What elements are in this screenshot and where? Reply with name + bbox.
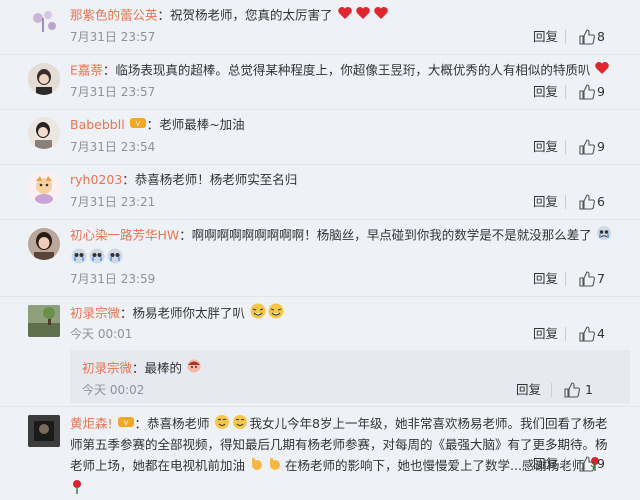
comment-text: 杨易老师你太胖了叭 (132, 305, 246, 321)
avatar[interactable] (28, 415, 60, 447)
reply-button[interactable]: 回复 (533, 455, 558, 473)
commenter-name[interactable]: 黄炬森! (70, 416, 113, 431)
reply-button[interactable]: 回复 (533, 270, 558, 288)
rose-emoji (70, 479, 84, 498)
crying-emoji (70, 247, 126, 271)
reply-button[interactable]: 回复 (533, 83, 558, 101)
avatar[interactable] (28, 117, 60, 149)
avatar[interactable] (28, 305, 60, 337)
like-count: 9 (597, 139, 605, 154)
reply-button[interactable]: 回复 (533, 138, 558, 156)
avatar[interactable] (28, 228, 60, 260)
comment-time: 今天 00:02 (82, 383, 145, 397)
thumbs-up-icon[interactable] (578, 28, 596, 46)
divider (565, 272, 566, 286)
divider (565, 85, 566, 99)
comment-text: 最棒的 (144, 360, 183, 376)
comment-text: 祝贺杨老师，您真的太厉害了 (170, 7, 333, 23)
commenter-name[interactable]: Babebbll (70, 117, 125, 132)
thumbs-up-icon[interactable] (578, 325, 596, 343)
divider (565, 30, 566, 44)
sub-reply: 初录宗微：最棒的 今天 00:02 回复 1 (70, 350, 630, 403)
comment-item: E嘉萘：临场表现真的超棒。总觉得某种程度上，你超像王昱珩，大概优秀的人有相似的特… (0, 55, 640, 110)
thumbs-up-icon[interactable] (563, 381, 581, 399)
avatar[interactable] (28, 172, 60, 204)
comment-item: 黄炬森! V ：恭喜杨老师 我女儿今年8岁上一年级，她非常喜欢杨易老师。我们回看了… (0, 407, 640, 500)
thumbs-up-icon[interactable] (578, 83, 596, 101)
commenter-name[interactable]: 初心染一路芳华HW (70, 228, 179, 243)
comment-text: 老师上场，她都在电视机前加油 (70, 458, 246, 473)
divider (551, 383, 552, 397)
svg-text:V: V (123, 419, 128, 427)
commenter-name[interactable]: 那紫色的蕾公英 (70, 8, 158, 23)
crying-emoji (596, 225, 612, 247)
divider (565, 327, 566, 341)
like-count: 8 (597, 29, 605, 44)
like-count: 9 (597, 84, 605, 99)
avatar[interactable] (28, 63, 60, 95)
comment-time: 7月31日 23:57 (70, 30, 156, 44)
comment-time: 今天 00:01 (70, 327, 133, 341)
laugh-cry-emoji (249, 302, 285, 326)
divider (565, 195, 566, 209)
vip-badge-icon: V (117, 414, 135, 435)
comment-item: Babebbll V ：老师最棒~加油 7月31日 23:54 回复 9 (0, 110, 640, 165)
reply-button[interactable]: 回复 (533, 28, 558, 46)
reply-button[interactable]: 回复 (533, 325, 558, 343)
comment-item: ryh0203：恭喜杨老师！杨老师实至名归 7月31日 23:21 回复 6 (0, 165, 640, 220)
avatar[interactable] (28, 6, 60, 38)
comment-text: 恭喜杨老师 (147, 416, 210, 431)
svg-text:V: V (135, 120, 140, 128)
thumbs-up-icon[interactable] (578, 455, 596, 473)
like-count: 4 (597, 326, 605, 341)
vip-badge-icon: V (129, 116, 147, 136)
reply-button[interactable]: 回复 (516, 381, 541, 399)
like-count: 6 (597, 194, 605, 209)
comment-time: 7月31日 23:54 (70, 140, 156, 154)
comment-time: 7月31日 23:59 (70, 272, 156, 286)
commenter-name[interactable]: ryh0203 (70, 172, 122, 187)
commenter-name[interactable]: 初录宗微 (82, 361, 132, 376)
thumbs-up-icon[interactable] (578, 193, 596, 211)
comment-text: 恭喜杨老师！杨老师实至名归 (134, 172, 298, 187)
comment-text: 临场表现真的超棒。总觉得某种程度上，你超像王昱珩，大概优秀的人有相似的特质叭 (115, 62, 591, 78)
divider (565, 457, 566, 471)
commenter-name[interactable]: E嘉萘 (70, 63, 103, 78)
girl-emoji (186, 358, 202, 380)
comment-item: 那紫色的蕾公英：祝贺杨老师，您真的太厉害了 7月31日 23:57 回复 8 (0, 0, 640, 55)
like-count: 1 (585, 382, 593, 397)
comment-time: 7月31日 23:21 (70, 195, 156, 209)
cheer-emoji (249, 456, 285, 478)
comment-time: 7月31日 23:57 (70, 85, 156, 99)
comment-text: 啊啊啊啊啊啊啊啊啊！杨脑丝，早点碰到你我的数学是不是就没那么差了 (191, 227, 592, 243)
thumbs-up-icon[interactable] (578, 270, 596, 288)
heart-emoji (337, 5, 391, 27)
comment-item: 初心染一路芳华HW：啊啊啊啊啊啊啊啊啊！杨脑丝，早点碰到你我的数学是不是就没那么… (0, 220, 640, 297)
comment-text: 老师最棒~加油 (159, 117, 245, 132)
thumbs-up-icon[interactable] (578, 138, 596, 156)
reply-button[interactable]: 回复 (533, 193, 558, 211)
like-count: 9 (597, 456, 605, 471)
commenter-name[interactable]: 初录宗微 (70, 306, 120, 321)
like-count: 7 (597, 271, 605, 286)
comment-list: 那紫色的蕾公英：祝贺杨老师，您真的太厉害了 7月31日 23:57 回复 8 E… (0, 0, 640, 500)
divider (565, 140, 566, 154)
smile-emoji (214, 414, 250, 436)
heart-emoji (594, 60, 610, 82)
comment-text: 我女儿今年8岁上一年级，她非常喜欢杨易老师。我们回看了杨老 (249, 416, 608, 431)
comment-text: 师第五季参赛的全部视频，得知最后几期有杨老师参赛，对每周的《最强大脑》有了更多期… (70, 437, 608, 452)
